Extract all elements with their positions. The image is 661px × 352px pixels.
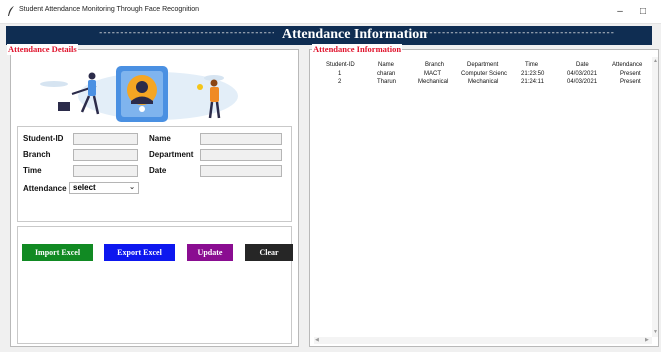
attendance-illustration [40, 66, 238, 122]
column-header-attendance[interactable]: Attendance [612, 62, 642, 68]
table-cell: Present [620, 79, 641, 85]
arrow-right-icon[interactable]: ▶ [645, 337, 649, 343]
table-cell: 1 [338, 71, 342, 77]
table-cell: Computer Scienc [461, 71, 508, 77]
column-header-student-id[interactable]: Student-ID [326, 62, 355, 68]
horizontal-scrollbar[interactable]: ◀ ▶ [314, 337, 652, 344]
vertical-scrollbar[interactable]: ▲ ▼ [652, 57, 658, 337]
maximize-button[interactable]: □ [632, 3, 654, 20]
table-cell: Present [620, 71, 641, 77]
window-title: Student Attendance Monitoring Through Fa… [19, 6, 200, 13]
table-cell: 21:24:11 [521, 79, 544, 85]
column-header-name[interactable]: Name [378, 62, 394, 68]
attendance-table[interactable]: Student-ID Name Branch Department Time D… [314, 57, 652, 337]
banner-dashes-right: ----------------------------------------… [424, 28, 614, 38]
student-id-label: Student-ID [23, 134, 64, 143]
department-field[interactable] [200, 149, 282, 161]
arrow-down-icon[interactable]: ▼ [653, 329, 658, 335]
column-header-time[interactable]: Time [525, 62, 538, 68]
attendance-information-legend: Attendance Information [312, 44, 403, 55]
attendance-select-value: select [73, 183, 96, 192]
time-label: Time [23, 166, 42, 175]
table-cell: 04/03/2021 [567, 71, 598, 77]
table-cell: Mechanical [468, 79, 499, 85]
table-cell: 2 [338, 79, 342, 85]
table-cell: 04/03/2021 [567, 79, 598, 85]
branch-field[interactable] [73, 149, 138, 161]
minimize-button[interactable]: – [609, 3, 631, 20]
banner-dashes-left: ----------------------------------------… [98, 28, 274, 38]
branch-label: Branch [23, 150, 51, 159]
date-label: Date [149, 166, 167, 175]
table-cell: MACT [424, 71, 441, 77]
attendance-select[interactable]: select ⌄ [69, 182, 139, 194]
export-excel-button[interactable]: Export Excel [104, 244, 175, 261]
attendance-label: Attendance [23, 184, 67, 193]
feather-icon [8, 6, 14, 16]
import-excel-button[interactable]: Import Excel [22, 244, 93, 261]
table-cell: 21:23:50 [521, 71, 545, 77]
attendance-details-legend: Attendance Details [7, 44, 78, 55]
title-bar: Student Attendance Monitoring Through Fa… [0, 0, 661, 24]
name-field[interactable] [200, 133, 282, 145]
table-cell: charan [377, 71, 396, 77]
time-field[interactable] [73, 165, 138, 177]
department-label: Department [149, 150, 194, 159]
date-field[interactable] [200, 165, 282, 177]
header-banner: ----------------------------------------… [6, 26, 652, 45]
student-id-field[interactable] [73, 133, 138, 145]
page-title: Attendance Information [282, 27, 428, 42]
column-header-department[interactable]: Department [467, 62, 498, 68]
name-label: Name [149, 134, 171, 143]
update-button[interactable]: Update [187, 244, 233, 261]
column-header-date[interactable]: Date [576, 62, 589, 68]
arrow-left-icon[interactable]: ◀ [315, 337, 319, 343]
column-header-branch[interactable]: Branch [425, 62, 444, 68]
arrow-up-icon[interactable]: ▲ [653, 58, 658, 64]
table-cell: Mechanical [418, 79, 449, 85]
chevron-down-icon: ⌄ [129, 184, 135, 191]
table-cell: Tharun [377, 79, 397, 85]
clear-button[interactable]: Clear [245, 244, 293, 261]
